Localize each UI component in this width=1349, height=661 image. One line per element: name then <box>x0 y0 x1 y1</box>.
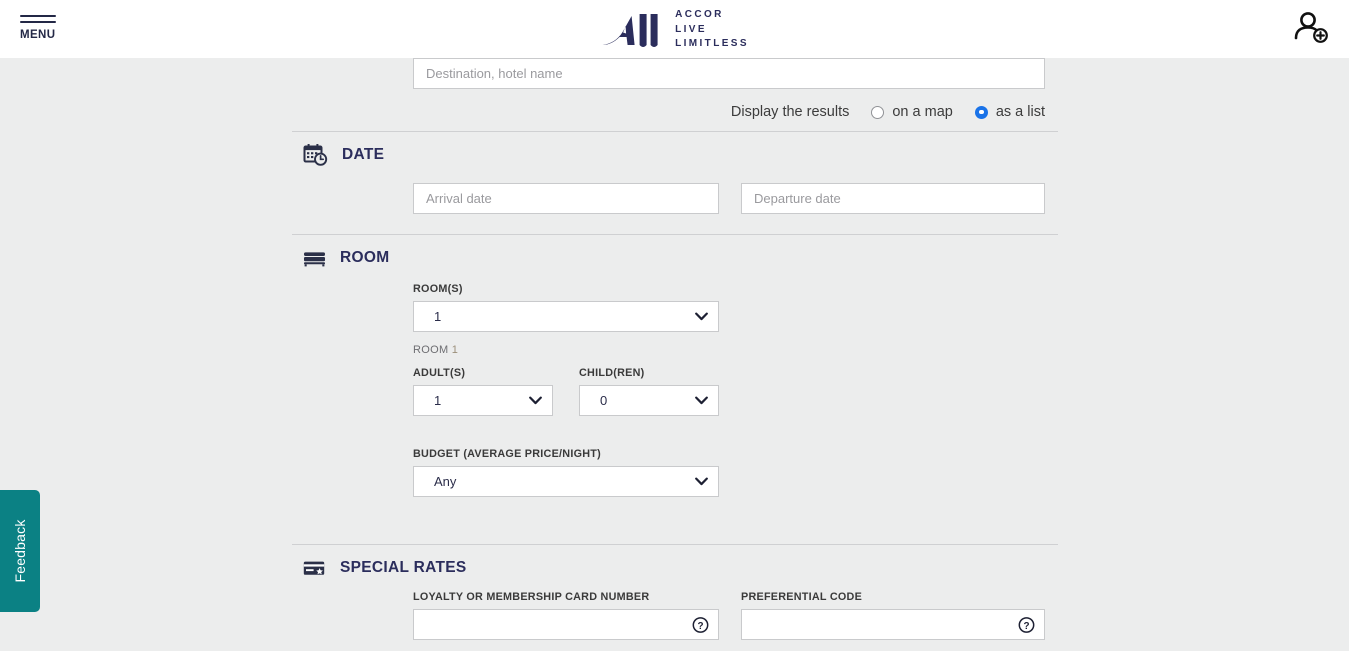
bed-icon <box>304 252 325 267</box>
all-logo[interactable]: ACCOR LIVE LIMITLESS <box>600 8 749 52</box>
chevron-down-icon <box>695 396 708 404</box>
date-section-title: DATE <box>342 146 385 163</box>
logo-line-3: LIMITLESS <box>675 38 749 50</box>
calendar-clock-icon <box>303 144 328 166</box>
help-circle-icon[interactable]: ? <box>1018 616 1035 633</box>
search-form: Destination, hotel name Display the resu… <box>292 58 1058 661</box>
destination-input[interactable]: Destination, hotel name <box>413 58 1045 89</box>
logo-line-2: LIVE <box>675 23 707 35</box>
children-field: CHILD(REN) 0 <box>579 367 719 416</box>
rooms-select-value: 1 <box>434 309 442 324</box>
rooms-label: ROOM(S) <box>413 283 463 295</box>
feedback-tab-label: Feedback <box>12 519 28 583</box>
chevron-down-icon <box>529 396 542 404</box>
children-select[interactable]: 0 <box>579 385 719 416</box>
rooms-field: ROOM(S) 1 <box>413 283 719 332</box>
display-results-group: Display the results on a map as a list <box>413 99 1045 125</box>
radio-option-on-a-map[interactable]: on a map <box>871 104 953 120</box>
logo-line-1: ACCOR <box>675 9 724 21</box>
radio-option-as-a-list[interactable]: as a list <box>974 104 1045 120</box>
radio-on-a-map-label: on a map <box>892 104 953 120</box>
loyalty-label: LOYALTY OR MEMBERSHIP CARD NUMBER <box>413 591 650 603</box>
room-section-header: ROOM <box>292 235 1058 281</box>
chevron-down-icon <box>695 477 708 485</box>
room-fields: ROOM(S) 1 ROOM 1 ADULT(S) 1 CHILD(REN) 0… <box>292 281 1058 544</box>
loyalty-input[interactable]: ? <box>413 609 719 640</box>
svg-text:?: ? <box>697 620 703 631</box>
date-section-header: DATE <box>292 132 1058 178</box>
card-star-icon <box>303 561 325 575</box>
radio-as-a-list-label: as a list <box>995 104 1045 120</box>
menu-button-label: MENU <box>20 29 56 41</box>
budget-label: BUDGET (AVERAGE PRICE/NIGHT) <box>413 448 601 460</box>
special-rates-section-header: SPECIAL RATES <box>292 545 1058 591</box>
chevron-down-icon <box>695 312 708 320</box>
adults-select[interactable]: 1 <box>413 385 553 416</box>
menu-button[interactable]: MENU <box>20 13 62 51</box>
account-button[interactable] <box>1289 8 1337 52</box>
room-number-value: 1 <box>451 344 459 356</box>
budget-select-value: Any <box>434 474 457 489</box>
preferential-label: PREFERENTIAL CODE <box>741 591 863 603</box>
room-number-text: ROOM <box>413 344 449 356</box>
feedback-tab[interactable]: Feedback <box>0 490 40 612</box>
destination-row: Destination, hotel name Display the resu… <box>292 58 1058 131</box>
room-number-label: ROOM 1 <box>413 344 458 356</box>
preferential-code-input[interactable]: ? <box>741 609 1045 640</box>
radio-on-a-map-icon[interactable] <box>871 105 885 119</box>
budget-select[interactable]: Any <box>413 466 719 497</box>
site-header: MENU ACCOR LIVE LIMITLESS <box>0 0 1349 58</box>
hamburger-icon <box>20 15 56 23</box>
all-logo-wordmark: ACCOR LIVE LIMITLESS <box>675 8 749 52</box>
children-select-value: 0 <box>600 393 608 408</box>
arrival-date-input[interactable]: Arrival date <box>413 183 719 214</box>
preferential-field: PREFERENTIAL CODE ? <box>741 591 1045 640</box>
loyalty-field: LOYALTY OR MEMBERSHIP CARD NUMBER ? <box>413 591 719 640</box>
all-logo-mark <box>602 14 658 47</box>
page-body: Feedback Destination, hotel name Display… <box>0 58 1349 651</box>
radio-as-a-list-icon[interactable] <box>974 105 988 119</box>
rooms-select[interactable]: 1 <box>413 301 719 332</box>
help-circle-icon[interactable]: ? <box>692 616 709 633</box>
display-results-label: Display the results <box>730 104 850 120</box>
date-fields-row: Arrival date Departure date <box>292 178 1058 234</box>
room-section-title: ROOM <box>340 249 390 266</box>
adults-select-value: 1 <box>434 393 442 408</box>
svg-text:?: ? <box>1023 620 1029 631</box>
children-label: CHILD(REN) <box>579 367 645 379</box>
adults-field: ADULT(S) 1 <box>413 367 553 416</box>
add-user-icon <box>1294 12 1328 43</box>
departure-date-input[interactable]: Departure date <box>741 183 1045 214</box>
special-rates-section-title: SPECIAL RATES <box>340 559 467 576</box>
budget-field: BUDGET (AVERAGE PRICE/NIGHT) Any <box>413 448 719 497</box>
adults-label: ADULT(S) <box>413 367 466 379</box>
